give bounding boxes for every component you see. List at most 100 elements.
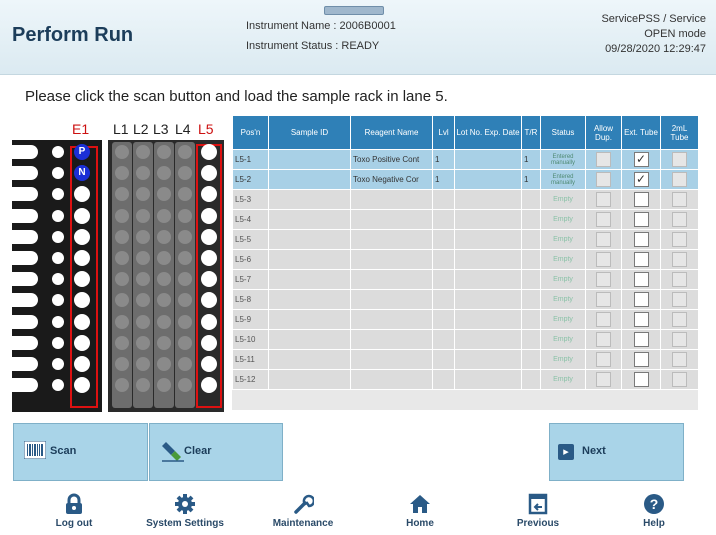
2ml-tube-checkbox[interactable] bbox=[672, 192, 687, 207]
nav-home[interactable]: Home bbox=[370, 493, 470, 535]
cell-ext-tube bbox=[621, 209, 661, 230]
lanes-rack[interactable] bbox=[108, 140, 224, 412]
allow-dup-checkbox[interactable] bbox=[596, 272, 611, 287]
allow-dup-checkbox[interactable] bbox=[596, 212, 611, 227]
cell-sample-id[interactable] bbox=[268, 289, 351, 310]
col-header-test-rerun[interactable]: T/R bbox=[521, 115, 541, 150]
cell-status: Entered manually bbox=[540, 149, 586, 170]
cell-2ml-tube bbox=[660, 189, 699, 210]
drawer-handle[interactable] bbox=[324, 6, 384, 15]
allow-dup-checkbox[interactable] bbox=[596, 352, 611, 367]
cell-lot-exp-date bbox=[454, 309, 522, 330]
ext-tube-checkbox[interactable] bbox=[633, 372, 649, 387]
allow-dup-checkbox[interactable] bbox=[596, 292, 611, 307]
2ml-tube-checkbox[interactable] bbox=[672, 152, 687, 167]
ext-tube-checkbox[interactable] bbox=[633, 332, 649, 347]
cell-sample-id[interactable] bbox=[268, 209, 351, 230]
allow-dup-checkbox[interactable] bbox=[596, 312, 611, 327]
col-header-sample-id[interactable]: Sample ID bbox=[268, 115, 351, 150]
cell-sample-id[interactable] bbox=[268, 309, 351, 330]
cell-sample-id[interactable] bbox=[268, 369, 351, 390]
ext-tube-checkbox[interactable] bbox=[633, 252, 649, 267]
allow-dup-checkbox[interactable] bbox=[596, 192, 611, 207]
col-header-status[interactable]: Status bbox=[540, 115, 586, 150]
table-row[interactable]: L5-10 Empty bbox=[232, 329, 699, 350]
allow-dup-checkbox[interactable] bbox=[596, 252, 611, 267]
scan-button[interactable]: Scan bbox=[13, 423, 148, 481]
cell-sample-id[interactable] bbox=[268, 149, 351, 170]
rack-comb-slot bbox=[12, 357, 38, 371]
allow-dup-checkbox[interactable] bbox=[596, 152, 611, 167]
cell-status: Empty bbox=[540, 249, 586, 270]
e1-position bbox=[74, 207, 90, 224]
2ml-tube-checkbox[interactable] bbox=[672, 332, 687, 347]
table-row[interactable]: L5-8 Empty bbox=[232, 289, 699, 310]
table-row[interactable]: L5-4 Empty bbox=[232, 209, 699, 230]
allow-dup-checkbox[interactable] bbox=[596, 172, 611, 187]
table-row[interactable]: L5-1 Toxo Positive Cont 1 1 Entered manually… bbox=[232, 149, 699, 170]
ext-tube-checkbox[interactable] bbox=[633, 352, 649, 367]
table-row[interactable]: L5-9 Empty bbox=[232, 309, 699, 330]
col-header-level[interactable]: Lvl bbox=[432, 115, 455, 150]
lane-position bbox=[136, 229, 150, 244]
ext-tube-checkbox[interactable] bbox=[633, 292, 649, 307]
table-row[interactable]: L5-12 Empty bbox=[232, 369, 699, 390]
ext-tube-checkbox[interactable]: ✓ bbox=[633, 152, 649, 167]
table-row[interactable]: L5-5 Empty bbox=[232, 229, 699, 250]
ext-tube-checkbox[interactable] bbox=[633, 232, 649, 247]
nav-system-settings[interactable]: System Settings bbox=[135, 493, 235, 535]
e1-rack[interactable]: PN bbox=[12, 140, 102, 412]
nav-previous[interactable]: Previous bbox=[488, 493, 588, 535]
cell-lot-exp-date bbox=[454, 249, 522, 270]
col-header-ext-tube[interactable]: Ext. Tube bbox=[621, 115, 661, 150]
nav-help[interactable]: ? Help bbox=[604, 493, 704, 535]
allow-dup-checkbox[interactable] bbox=[596, 332, 611, 347]
2ml-tube-checkbox[interactable] bbox=[672, 232, 687, 247]
lane-position bbox=[115, 335, 129, 350]
next-button[interactable]: ▸ Next bbox=[549, 423, 684, 481]
ext-tube-checkbox[interactable] bbox=[633, 312, 649, 327]
col-header-allow-dup[interactable]: Allow Dup. bbox=[585, 115, 622, 150]
2ml-tube-checkbox[interactable] bbox=[672, 352, 687, 367]
ext-tube-checkbox[interactable] bbox=[633, 272, 649, 287]
cell-sample-id[interactable] bbox=[268, 329, 351, 350]
table-row[interactable]: L5-6 Empty bbox=[232, 249, 699, 270]
2ml-tube-checkbox[interactable] bbox=[672, 312, 687, 327]
cell-sample-id[interactable] bbox=[268, 189, 351, 210]
nav-log-out[interactable]: Log out bbox=[24, 493, 124, 535]
cell-sample-id[interactable] bbox=[268, 269, 351, 290]
nav-maintenance[interactable]: Maintenance bbox=[253, 493, 353, 535]
2ml-tube-checkbox[interactable] bbox=[672, 272, 687, 287]
cell-allow-dup bbox=[585, 189, 622, 210]
lane-position bbox=[178, 335, 192, 350]
rack-hole bbox=[52, 358, 64, 370]
2ml-tube-checkbox[interactable] bbox=[672, 292, 687, 307]
e1-position bbox=[74, 228, 90, 245]
table-row[interactable]: L5-3 Empty bbox=[232, 189, 699, 210]
cell-sample-id[interactable] bbox=[268, 229, 351, 250]
cell-sample-id[interactable] bbox=[268, 169, 351, 190]
col-header-lot-exp-date[interactable]: Lot No. Exp. Date bbox=[454, 115, 522, 150]
ext-tube-checkbox[interactable] bbox=[633, 212, 649, 227]
2ml-tube-checkbox[interactable] bbox=[672, 212, 687, 227]
table-row[interactable]: L5-7 Empty bbox=[232, 269, 699, 290]
2ml-tube-checkbox[interactable] bbox=[672, 172, 687, 187]
cell-sample-id[interactable] bbox=[268, 349, 351, 370]
2ml-tube-checkbox[interactable] bbox=[672, 252, 687, 267]
lane-position bbox=[115, 357, 129, 371]
ext-tube-checkbox[interactable]: ✓ bbox=[633, 172, 649, 187]
2ml-tube-checkbox[interactable] bbox=[672, 372, 687, 387]
table-row[interactable]: L5-11 Empty bbox=[232, 349, 699, 370]
table-row[interactable]: L5-2 Toxo Negative Cor 1 1 Entered manually ✓ bbox=[232, 169, 699, 190]
ext-tube-checkbox[interactable] bbox=[633, 192, 649, 207]
col-header-reagent-name[interactable]: Reagent Name bbox=[350, 115, 433, 150]
nav-label-home: Home bbox=[406, 518, 434, 529]
col-header-2ml-tube[interactable]: 2mL Tube bbox=[660, 115, 699, 150]
cell-reagent-name: Toxo Negative Cor bbox=[350, 169, 433, 190]
clear-button[interactable]: Clear bbox=[149, 423, 283, 481]
col-header-position[interactable]: Pos'n bbox=[232, 115, 269, 150]
cell-sample-id[interactable] bbox=[268, 249, 351, 270]
cell-allow-dup bbox=[585, 169, 622, 190]
allow-dup-checkbox[interactable] bbox=[596, 372, 611, 387]
allow-dup-checkbox[interactable] bbox=[596, 232, 611, 247]
